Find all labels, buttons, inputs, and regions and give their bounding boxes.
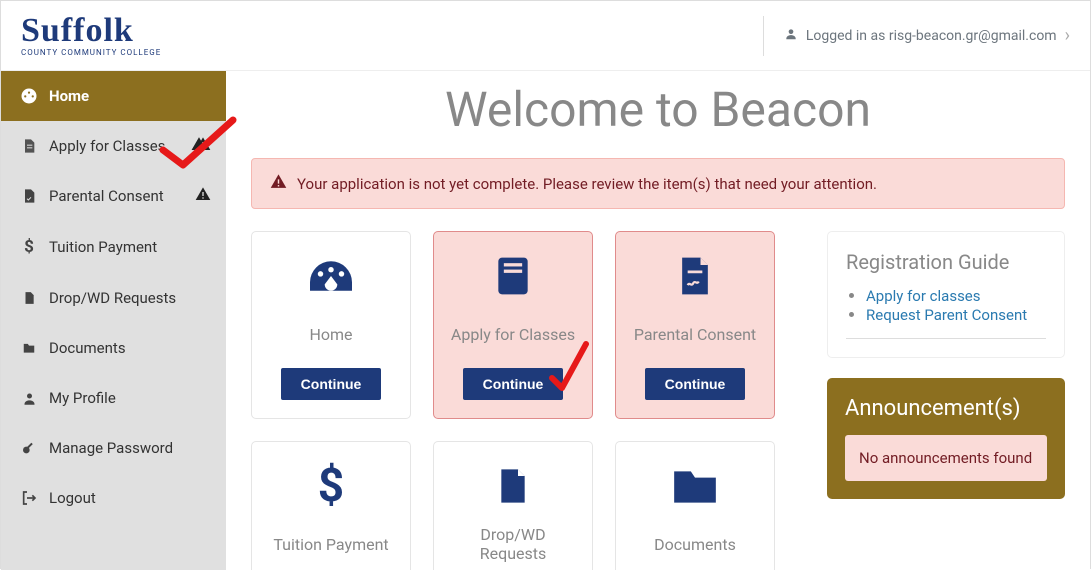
sidebar-item-profile[interactable]: My Profile <box>1 373 226 423</box>
user-icon <box>784 27 798 45</box>
sidebar-item-logout[interactable]: Logout <box>1 473 226 523</box>
file-icon <box>493 460 533 512</box>
file-lines-icon <box>19 138 39 154</box>
sidebar-item-label: Apply for Classes <box>49 137 165 155</box>
sidebar-item-drop-wd[interactable]: Drop/WD Requests <box>1 273 226 323</box>
warning-icon <box>191 136 211 156</box>
sidebar-item-label: Manage Password <box>49 439 173 457</box>
card-home: Home Continue <box>251 231 411 419</box>
card-apply-classes: Apply for Classes Continue <box>433 231 593 419</box>
sidebar-item-home[interactable]: Home <box>1 71 226 121</box>
logged-in-text: Logged in as risg-beacon.gr@gmail.com <box>806 28 1057 44</box>
dollar-icon: $ <box>19 237 39 257</box>
sidebar-item-label: Drop/WD Requests <box>49 289 176 307</box>
card-parental-consent: Parental Consent Continue <box>615 231 775 419</box>
page-title: Welcome to Beacon <box>251 81 1065 138</box>
sidebar-item-label: Tuition Payment <box>49 238 157 256</box>
user-menu[interactable]: Logged in as risg-beacon.gr@gmail.com › <box>763 16 1070 56</box>
continue-button[interactable]: Continue <box>645 368 746 400</box>
guide-link-parent-consent[interactable]: Request Parent Consent <box>866 306 1027 324</box>
sidebar-item-password[interactable]: Manage Password <box>1 423 226 473</box>
sidebar-item-label: Documents <box>49 339 126 357</box>
dollar-icon: $ <box>318 460 344 512</box>
logout-icon <box>19 490 39 506</box>
file-signature-icon <box>673 250 717 302</box>
card-title: Documents <box>654 524 736 564</box>
continue-button[interactable]: Continue <box>281 368 382 400</box>
announcements-title: Announcement(s) <box>845 396 1047 421</box>
sidebar-item-label: My Profile <box>49 389 116 407</box>
sidebar-item-parental-consent[interactable]: Parental Consent <box>1 171 226 221</box>
dashboard-icon <box>19 87 39 105</box>
book-icon <box>491 250 535 302</box>
sidebar-item-tuition[interactable]: $ Tuition Payment <box>1 221 226 273</box>
key-icon <box>19 440 39 456</box>
dashboard-cards: Home Continue Apply for Classes Continue <box>251 231 805 570</box>
card-title: Parental Consent <box>634 314 756 354</box>
header: Suffolk COUNTY COMMUNITY COLLEGE Logged … <box>1 1 1090 71</box>
card-drop-wd: Drop/WD Requests <box>433 441 593 570</box>
card-tuition-payment: $ Tuition Payment <box>251 441 411 570</box>
folder-icon <box>670 460 720 512</box>
main-content: Welcome to Beacon Your application is no… <box>226 71 1090 570</box>
file-icon <box>19 290 39 306</box>
sidebar-item-label: Home <box>49 87 89 105</box>
card-title: Drop/WD Requests <box>446 524 580 564</box>
card-documents: Documents <box>615 441 775 570</box>
brand-logo[interactable]: Suffolk COUNTY COMMUNITY COLLEGE <box>21 14 161 57</box>
warning-icon <box>270 173 287 194</box>
continue-button[interactable]: Continue <box>463 368 564 400</box>
warning-icon <box>195 186 211 206</box>
folder-icon <box>19 341 39 355</box>
gauge-icon <box>305 250 357 302</box>
sidebar-item-documents[interactable]: Documents <box>1 323 226 373</box>
logo-main-text: Suffolk <box>21 14 161 48</box>
sidebar-item-apply[interactable]: Apply for Classes <box>1 121 226 171</box>
sidebar-item-label: Logout <box>49 489 96 507</box>
card-title: Apply for Classes <box>451 314 575 354</box>
card-title: Home <box>309 314 352 354</box>
registration-guide: Registration Guide Apply for classes Req… <box>827 231 1065 358</box>
sidebar-item-label: Parental Consent <box>49 187 164 205</box>
sidebar: Home Apply for Classes Parental Consent … <box>1 71 226 570</box>
announcements-body: No announcements found <box>845 435 1047 481</box>
logo-sub-text: COUNTY COMMUNITY COLLEGE <box>21 48 161 57</box>
card-title: Tuition Payment <box>273 524 388 564</box>
incomplete-alert: Your application is not yet complete. Pl… <box>251 158 1065 209</box>
file-signature-icon <box>19 188 39 204</box>
user-icon <box>19 391 39 406</box>
alert-text: Your application is not yet complete. Pl… <box>297 175 877 193</box>
announcements-panel: Announcement(s) No announcements found <box>827 378 1065 499</box>
chevron-right-icon: › <box>1065 25 1070 46</box>
guide-title: Registration Guide <box>846 250 1046 274</box>
guide-link-apply[interactable]: Apply for classes <box>866 287 981 305</box>
